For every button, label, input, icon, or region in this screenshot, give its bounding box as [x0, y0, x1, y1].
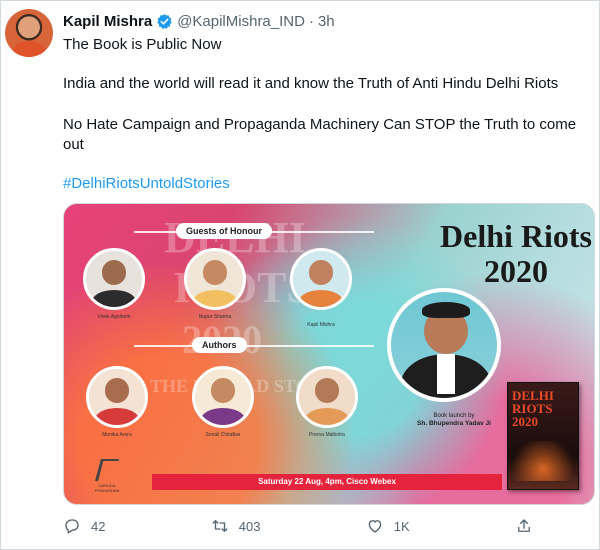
- book-title-line: 2020: [512, 414, 538, 429]
- author-photo: [192, 366, 254, 428]
- guest-photo: [83, 248, 145, 310]
- hashtag-link[interactable]: #DelhiRiotsUntoldStories: [63, 175, 230, 192]
- tweet-card[interactable]: Kapil Mishra @KapilMishra_IND · 3h The B…: [0, 0, 600, 550]
- separator-dot: ·: [308, 12, 314, 30]
- share-button[interactable]: [515, 517, 533, 535]
- headline-year: 2020: [484, 253, 548, 289]
- guest-photo: [290, 248, 352, 310]
- reply-count: 42: [91, 518, 106, 534]
- avatar[interactable]: [5, 9, 53, 57]
- tweet-text-line-3: No Hate Campaign and Propaganda Machiner…: [63, 116, 577, 153]
- tweet-text-line-2: India and the world will read it and kno…: [63, 75, 559, 92]
- tweet-text-line-1: The Book is Public Now: [63, 36, 222, 53]
- publisher-logo: GARUDA PRAKASHAN: [92, 459, 122, 495]
- like-button[interactable]: 1K: [366, 517, 410, 535]
- author-photo: [86, 366, 148, 428]
- retweet-button[interactable]: 403: [211, 517, 261, 535]
- guest-caption: Nupur Sharma: [198, 314, 232, 320]
- launch-line-1: Book launch by: [433, 413, 475, 419]
- author-name[interactable]: Kapil Mishra: [63, 13, 152, 30]
- reply-icon: [65, 519, 79, 534]
- tweet-media-image[interactable]: DELHI RIOTS 2020 THE UNTOLD STORY Guests…: [63, 203, 595, 505]
- author-caption: Sonali Chitalkar: [205, 432, 241, 438]
- tweet-header: Kapil Mishra @KapilMishra_IND · 3h: [63, 11, 335, 31]
- retweet-icon: [212, 520, 228, 532]
- book-cover: DELHI RIOTS 2020: [507, 382, 579, 490]
- like-count: 1K: [393, 518, 410, 534]
- book-launch-credit: Book launch by Sh. Bhupendra Yadav Ji: [404, 412, 504, 428]
- chief-guest-photo: [387, 288, 501, 402]
- timestamp[interactable]: 3h: [318, 13, 335, 30]
- heart-icon: [368, 520, 382, 533]
- verified-badge-icon: [157, 13, 172, 29]
- launch-line-2: Sh. Bhupendra Yadav Ji: [417, 420, 491, 427]
- guest-caption: Kapil Mishra: [307, 322, 335, 328]
- guest-caption: Vivek Agnihotri: [97, 314, 131, 320]
- event-banner: Saturday 22 Aug, 4pm, Cisco Webex: [152, 474, 502, 490]
- guest-photo: [184, 248, 246, 310]
- author-photo: [296, 366, 358, 428]
- divider: [134, 345, 374, 347]
- reply-button[interactable]: 42: [63, 517, 105, 535]
- share-icon: [518, 519, 530, 532]
- author-caption: Prerna Malhotra: [309, 432, 345, 438]
- authors-label: Authors: [192, 337, 247, 353]
- guests-of-honour-label: Guests of Honour: [176, 223, 272, 239]
- headline-title: Delhi Riots: [440, 218, 592, 254]
- author-caption: Monika Arora: [102, 432, 132, 438]
- action-bar: 42 403 1K: [63, 515, 533, 537]
- poster-headline: Delhi Riots 2020: [436, 218, 594, 289]
- publisher-name: GARUDA PRAKASHAN: [94, 483, 120, 493]
- author-handle[interactable]: @KapilMishra_IND: [177, 13, 305, 30]
- retweet-count: 403: [238, 518, 261, 534]
